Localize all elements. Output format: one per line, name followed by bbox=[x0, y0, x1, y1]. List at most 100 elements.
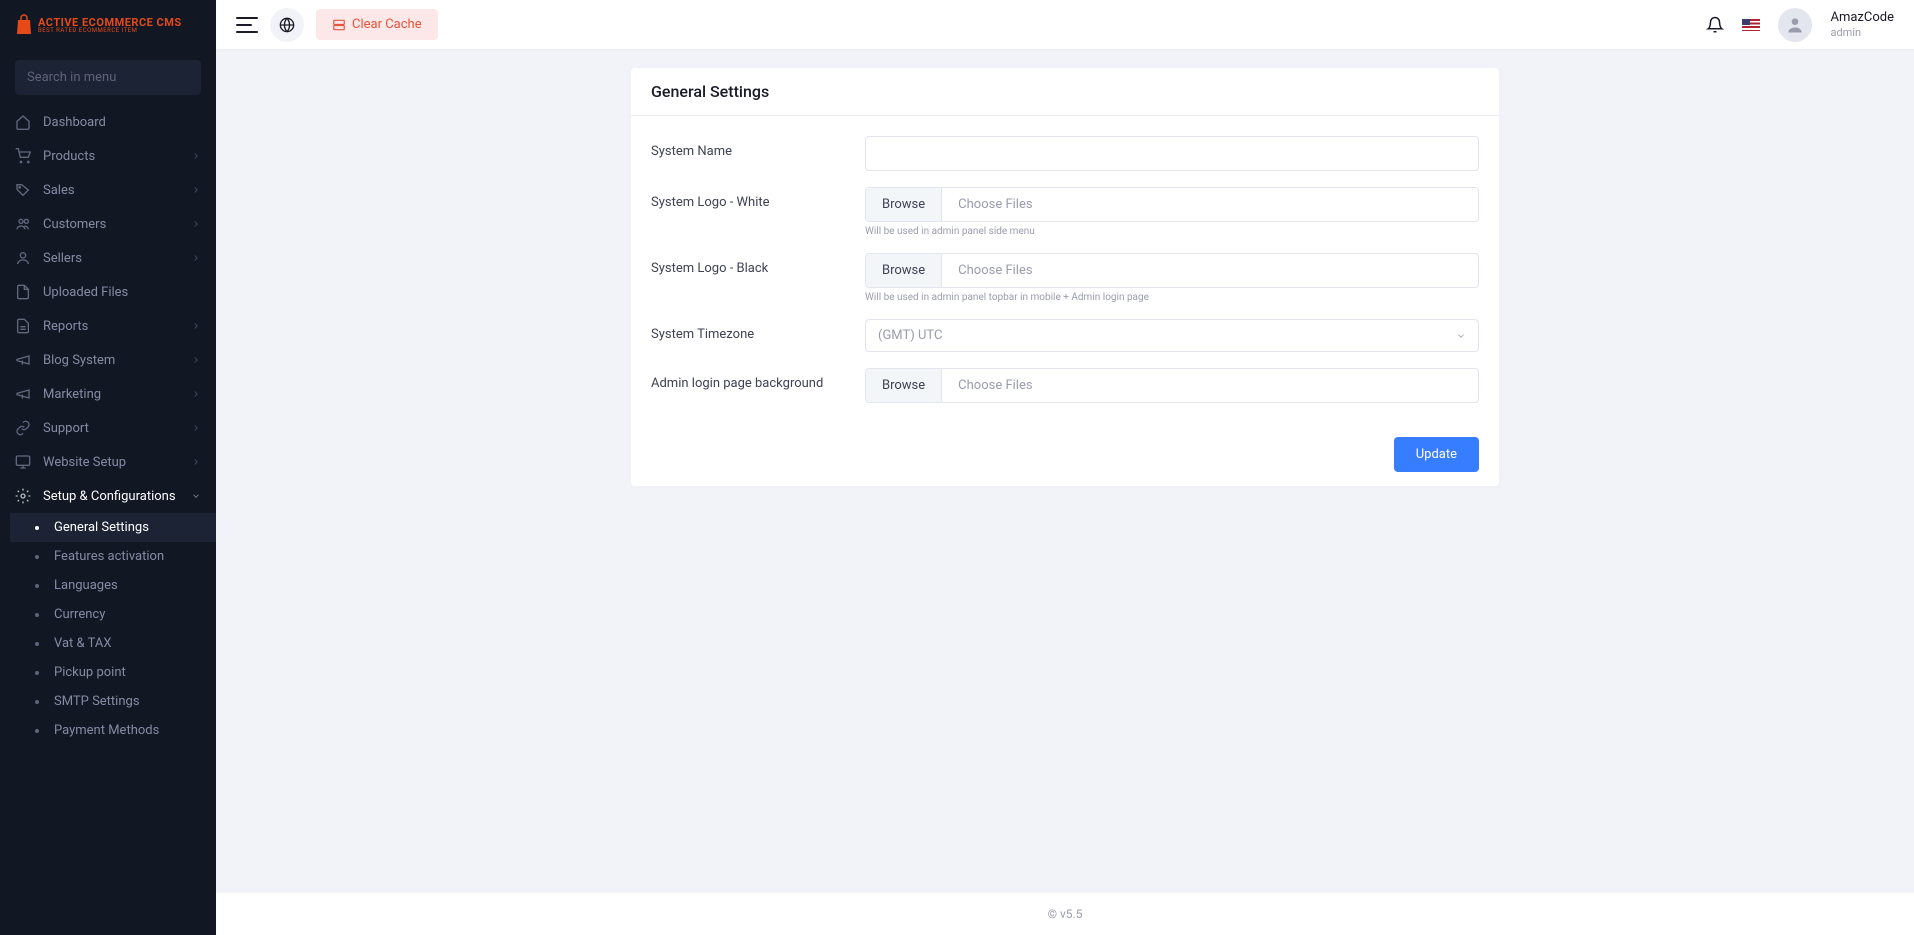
hint-logo-white: Will be used in admin panel side menu bbox=[865, 226, 1479, 237]
sidebar-subitem-pickup-point[interactable]: Pickup point bbox=[10, 658, 216, 687]
sidebar-item-label: Support bbox=[43, 421, 191, 436]
nav-menu: Dashboard Products SalesCustomers Sellers Up… bbox=[0, 105, 216, 935]
system-name-input[interactable] bbox=[865, 136, 1479, 171]
bullet-icon bbox=[35, 700, 39, 704]
gear-icon bbox=[15, 488, 31, 504]
label-logo-black: System Logo - Black bbox=[651, 253, 865, 276]
card-title: General Settings bbox=[631, 68, 1499, 116]
topbar: Clear Cache AmazCode admin bbox=[216, 0, 1914, 50]
bullet-icon bbox=[35, 671, 39, 675]
hamburger-icon[interactable] bbox=[236, 17, 258, 33]
bullet-icon bbox=[35, 584, 39, 588]
logo-white-file-input[interactable]: Browse Choose Files bbox=[865, 187, 1479, 222]
sidebar-item-reports[interactable]: Reports bbox=[0, 309, 216, 343]
sidebar-item-label: Sellers bbox=[43, 251, 191, 266]
chevron-right-icon bbox=[191, 151, 201, 161]
chevron-right-icon bbox=[191, 219, 201, 229]
bullet-icon bbox=[35, 729, 39, 733]
bell-icon bbox=[1706, 16, 1724, 34]
sidebar-subitem-languages[interactable]: Languages bbox=[10, 571, 216, 600]
chevron-down-icon bbox=[1456, 331, 1466, 341]
search-input[interactable] bbox=[15, 60, 201, 95]
file-icon bbox=[15, 284, 31, 300]
login-bg-file-input[interactable]: Browse Choose Files bbox=[865, 368, 1479, 403]
sidebar-item-sales[interactable]: Sales bbox=[0, 173, 216, 207]
sidebar-item-label: Dashboard bbox=[43, 115, 201, 130]
sidebar-subitem-features-activation[interactable]: Features activation bbox=[10, 542, 216, 571]
chevron-right-icon bbox=[191, 389, 201, 399]
notifications-button[interactable] bbox=[1706, 16, 1724, 34]
chevron-down-icon bbox=[191, 491, 201, 501]
sidebar-item-blog-system[interactable]: Blog System bbox=[0, 343, 216, 377]
users-icon bbox=[15, 216, 31, 232]
sidebar-item-label: Setup & Configurations bbox=[43, 489, 191, 504]
label-timezone: System Timezone bbox=[651, 319, 865, 342]
clear-cache-button[interactable]: Clear Cache bbox=[316, 9, 438, 40]
chevron-right-icon bbox=[191, 321, 201, 331]
mega-icon bbox=[15, 352, 31, 368]
sidebar-item-marketing[interactable]: Marketing bbox=[0, 377, 216, 411]
chevron-right-icon bbox=[191, 253, 201, 263]
language-flag[interactable] bbox=[1742, 19, 1760, 31]
user-icon bbox=[15, 250, 31, 266]
bullet-icon bbox=[35, 526, 39, 530]
label-login-bg: Admin login page background bbox=[651, 368, 865, 391]
mega-icon bbox=[15, 386, 31, 402]
sidebar-item-label: Uploaded Files bbox=[43, 285, 201, 300]
user-icon bbox=[1785, 15, 1805, 35]
sidebar-item-label: Pickup point bbox=[54, 665, 201, 680]
sidebar-subitem-smtp-settings[interactable]: SMTP Settings bbox=[10, 687, 216, 716]
sidebar-item-label: Products bbox=[43, 149, 191, 164]
sidebar-item-customers[interactable]: Customers bbox=[0, 207, 216, 241]
sidebar: ACTIVE ECOMMERCE CMS BEST RATED ECOMMERC… bbox=[0, 0, 216, 935]
server-icon bbox=[332, 18, 346, 32]
brand-logo[interactable]: ACTIVE ECOMMERCE CMS BEST RATED ECOMMERC… bbox=[0, 0, 216, 50]
bag-icon bbox=[15, 14, 33, 36]
sidebar-item-products[interactable]: Products bbox=[0, 139, 216, 173]
update-button[interactable]: Update bbox=[1394, 437, 1479, 472]
cart-icon bbox=[15, 148, 31, 164]
sidebar-item-support[interactable]: Support bbox=[0, 411, 216, 445]
main-area: Clear Cache AmazCode admin General Sett bbox=[216, 0, 1914, 935]
globe-button[interactable] bbox=[270, 8, 304, 42]
chevron-right-icon bbox=[191, 423, 201, 433]
bullet-icon bbox=[35, 613, 39, 617]
sidebar-item-label: Blog System bbox=[43, 353, 191, 368]
sidebar-subitem-general-settings[interactable]: General Settings bbox=[10, 513, 216, 542]
logo-black-file-input[interactable]: Browse Choose Files bbox=[865, 253, 1479, 288]
sidebar-item-website-setup[interactable]: Website Setup bbox=[0, 445, 216, 479]
globe-icon bbox=[279, 17, 295, 33]
sidebar-item-dashboard[interactable]: Dashboard bbox=[0, 105, 216, 139]
sidebar-item-label: SMTP Settings bbox=[54, 694, 201, 709]
sidebar-subitem-vat-tax[interactable]: Vat & TAX bbox=[10, 629, 216, 658]
sidebar-item-sellers[interactable]: Sellers bbox=[0, 241, 216, 275]
sidebar-subitem-currency[interactable]: Currency bbox=[10, 600, 216, 629]
doc-icon bbox=[15, 318, 31, 334]
settings-card: General Settings System Name System Logo… bbox=[631, 68, 1499, 486]
footer-text: © v5.5 bbox=[216, 893, 1914, 935]
chevron-right-icon bbox=[191, 457, 201, 467]
sidebar-item-setup-configurations[interactable]: Setup & Configurations bbox=[0, 479, 216, 513]
sidebar-item-label: Payment Methods bbox=[54, 723, 201, 738]
brand-text: ACTIVE ECOMMERCE CMS BEST RATED ECOMMERC… bbox=[38, 17, 182, 34]
chevron-right-icon bbox=[191, 355, 201, 365]
sidebar-item-label: Reports bbox=[43, 319, 191, 334]
sidebar-item-label: Features activation bbox=[54, 549, 201, 564]
chevron-right-icon bbox=[191, 185, 201, 195]
label-logo-white: System Logo - White bbox=[651, 187, 865, 210]
sidebar-item-label: General Settings bbox=[54, 520, 201, 535]
home-icon bbox=[15, 114, 31, 130]
timezone-select[interactable]: (GMT) UTC bbox=[865, 319, 1479, 352]
sidebar-item-uploaded-files[interactable]: Uploaded Files bbox=[0, 275, 216, 309]
link-icon bbox=[15, 420, 31, 436]
bullet-icon bbox=[35, 555, 39, 559]
label-system-name: System Name bbox=[651, 136, 865, 159]
sidebar-item-label: Vat & TAX bbox=[54, 636, 201, 651]
user-menu[interactable]: AmazCode admin bbox=[1830, 10, 1894, 39]
monitor-icon bbox=[15, 454, 31, 470]
hint-logo-black: Will be used in admin panel topbar in mo… bbox=[865, 292, 1479, 303]
avatar[interactable] bbox=[1778, 8, 1812, 42]
sidebar-subitem-payment-methods[interactable]: Payment Methods bbox=[10, 716, 216, 745]
sidebar-item-label: Languages bbox=[54, 578, 201, 593]
sidebar-item-label: Website Setup bbox=[43, 455, 191, 470]
